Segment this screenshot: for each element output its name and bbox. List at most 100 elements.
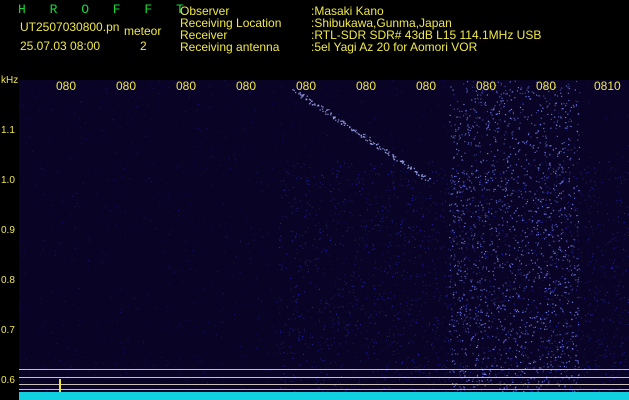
noise-point [554,252,556,254]
noise-point [407,297,409,299]
noise-point [468,329,469,330]
noise-point [329,190,330,192]
noise-point [250,257,251,259]
noise-point [397,196,398,198]
noise-point [363,385,364,387]
noise-point [352,305,354,307]
noise-point [551,226,553,228]
noise-point [153,365,155,367]
noise-point [306,261,308,263]
noise-point [549,264,551,266]
noise-point [408,342,409,344]
noise-point [594,298,595,300]
noise-point [450,255,452,257]
noise-point [618,381,620,382]
noise-point [330,115,332,117]
noise-point [589,181,591,183]
noise-point [463,321,465,323]
noise-point [478,102,480,104]
noise-point [568,138,570,140]
noise-point [502,205,504,207]
noise-point [497,81,499,83]
noise-point [503,298,505,300]
noise-point [278,238,280,240]
noise-point [555,258,558,260]
noise-point [564,250,566,252]
noise-point [510,165,512,167]
noise-point [568,85,570,88]
noise-point [511,358,513,360]
noise-point [369,173,370,175]
noise-point [560,222,563,224]
noise-point [556,225,558,228]
noise-point [322,360,324,361]
noise-point [534,365,536,367]
noise-point [557,189,558,191]
noise-point [565,111,567,113]
noise-point [511,192,513,195]
noise-point [358,174,360,175]
noise-point [593,267,595,269]
noise-point [550,118,552,120]
noise-point [505,352,507,355]
noise-point [244,150,245,152]
noise-point [585,320,587,322]
noise-point [576,378,578,380]
meteor-trace-point [330,114,332,116]
noise-point [424,139,426,141]
noise-point [374,341,375,343]
noise-point [606,333,608,335]
noise-point [20,308,22,310]
noise-point [222,381,224,383]
noise-point [574,241,575,243]
noise-point [575,335,577,337]
noise-point [319,187,321,188]
noise-point [440,248,442,250]
noise-point [447,352,449,354]
noise-point [363,226,365,228]
noise-point [279,240,281,242]
noise-point [481,311,483,313]
noise-point [139,96,141,98]
noise-point [292,175,294,177]
noise-point [467,327,469,329]
noise-point [170,229,172,231]
noise-point [80,127,81,129]
noise-point [587,263,589,265]
noise-point [450,240,451,242]
noise-point [609,349,610,351]
noise-point [486,160,488,162]
noise-point [461,110,463,112]
noise-point [576,230,578,232]
header-panel: H R O F F T UT2507030800.pn meteor 25.07… [0,0,629,72]
noise-point [282,347,284,348]
noise-point [317,258,319,260]
noise-point [492,130,494,132]
noise-point [552,168,555,170]
noise-point [567,346,569,348]
noise-point [477,339,480,341]
noise-point [386,251,388,253]
noise-point [356,304,357,305]
noise-point [612,238,614,240]
noise-point [324,325,326,327]
noise-point [319,238,320,240]
noise-point [409,251,411,253]
noise-point [577,139,579,141]
noise-point [332,169,334,171]
noise-point [613,336,615,338]
meteor-trace-point [343,121,345,123]
noise-point [337,221,339,223]
noise-point [552,366,554,368]
noise-point [504,309,506,311]
noise-point [503,159,505,161]
noise-point [540,337,542,339]
noise-point [493,302,495,304]
noise-point [500,84,502,86]
noise-point [538,266,541,268]
noise-point [566,286,568,288]
noise-point [595,292,597,293]
noise-point [540,204,542,205]
noise-point [294,353,296,354]
noise-point [85,137,87,139]
